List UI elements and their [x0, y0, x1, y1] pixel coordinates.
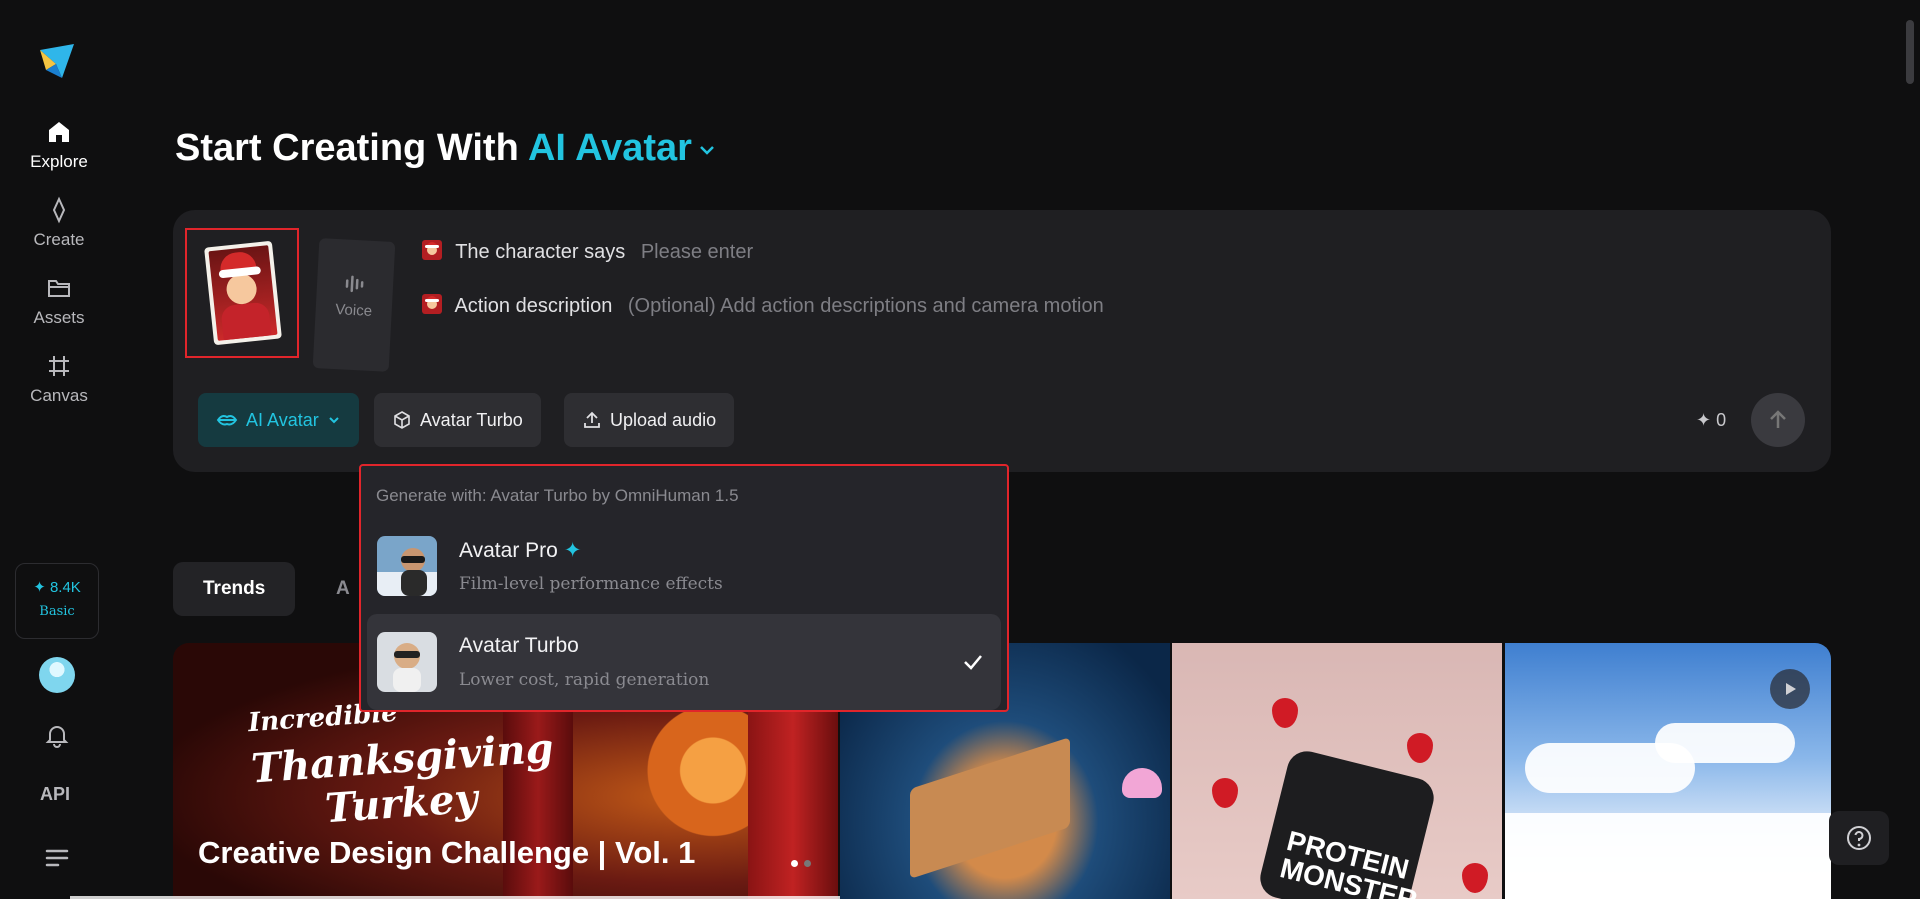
feature-selector-label: AI Avatar — [527, 127, 692, 169]
app-page: Explore Create Assets Canvas ✦ 8.4K Basi… — [0, 0, 1920, 899]
premium-star-icon: ✦ — [563, 539, 582, 562]
sidebar-item-assets[interactable]: Assets — [14, 274, 104, 344]
menu-icon[interactable] — [44, 845, 70, 871]
chevron-down-icon — [329, 417, 339, 424]
model-thumbnail — [377, 536, 437, 596]
tab-trends-label: Trends — [203, 578, 266, 599]
play-button[interactable] — [1770, 669, 1810, 709]
check-icon — [964, 655, 982, 670]
bell-icon[interactable] — [44, 722, 70, 748]
sidebar-item-label: Assets — [33, 308, 85, 327]
canvas-grid-icon — [49, 356, 69, 376]
sidebar-item-label: Canvas — [30, 386, 88, 405]
character-image-picker[interactable] — [185, 228, 299, 358]
play-icon — [1786, 683, 1796, 695]
gallery-card-protein[interactable]: PROTEIN MONSTER — [1172, 643, 1502, 899]
voice-picker[interactable]: Voice — [312, 238, 396, 372]
composer-panel: Voice The character says Please enter Ac… — [173, 210, 1831, 472]
model-dropdown-label: Avatar Turbo — [420, 409, 523, 430]
upload-audio-button[interactable]: Upload audio — [564, 393, 735, 447]
action-description-label: Action description — [454, 295, 613, 317]
folder-icon — [48, 280, 70, 297]
page-title: Start Creating With AI Avatar — [175, 127, 718, 170]
feature-selector[interactable]: AI Avatar — [528, 127, 718, 169]
waveform-icon — [345, 275, 364, 293]
credits-value: ✦ 8.4K — [33, 579, 81, 596]
arrow-up-icon — [1770, 410, 1786, 428]
sidebar-item-create[interactable]: Create — [14, 196, 104, 266]
voice-label: Voice — [334, 301, 373, 320]
character-mini-icon — [422, 294, 442, 314]
title-prefix: Start Creating With — [175, 127, 519, 169]
cube-icon — [394, 411, 410, 429]
upload-audio-label: Upload audio — [610, 409, 717, 430]
model-option-name: Avatar Pro — [459, 539, 558, 562]
page-scrollbar[interactable] — [1902, 0, 1918, 899]
model-option-title: Avatar Turbo — [459, 634, 579, 657]
character-thumbnail — [204, 240, 282, 346]
model-option-subtitle: Film-level performance effects — [459, 574, 723, 594]
help-icon — [1847, 826, 1871, 850]
model-option-avatar-turbo[interactable]: Avatar Turbo Lower cost, rapid generatio… — [367, 614, 1001, 710]
dropdown-header: Generate with: Avatar Turbo by OmniHuman… — [376, 486, 739, 505]
help-button[interactable] — [1829, 811, 1889, 865]
model-dropdown-menu: Generate with: Avatar Turbo by OmniHuman… — [359, 464, 1009, 712]
sidebar-item-label: Create — [33, 230, 85, 249]
jellyfish-illustration — [1122, 768, 1162, 798]
card-title: Creative Design Challenge | Vol. 1 — [198, 835, 696, 870]
home-icon — [49, 122, 69, 142]
tab-trends[interactable]: Trends — [173, 562, 296, 616]
model-option-avatar-pro[interactable]: Avatar Pro ✦ Film-level performance effec… — [367, 518, 1001, 614]
character-mini-icon — [422, 240, 442, 260]
model-option-subtitle: Lower cost, rapid generation — [459, 670, 710, 690]
sidebar-item-canvas[interactable]: Canvas — [14, 352, 104, 422]
tab-second[interactable]: A — [322, 562, 364, 616]
model-option-title: Avatar Pro ✦ — [459, 538, 581, 563]
credits-badge[interactable]: ✦ 8.4K Basic — [15, 563, 99, 639]
user-avatar[interactable] — [39, 657, 75, 693]
character-says-field[interactable]: The character says Please enter — [420, 238, 753, 264]
credit-cost: ✦ 0 — [1696, 410, 1727, 430]
character-says-label: The character says — [455, 241, 626, 263]
sparkle-diamond-icon — [52, 196, 66, 224]
lips-icon — [216, 415, 238, 426]
sidebar-item-explore[interactable]: Explore — [14, 118, 104, 188]
model-dropdown[interactable]: Avatar Turbo — [374, 393, 541, 447]
tab-second-label: A — [336, 578, 350, 599]
model-thumbnail — [377, 632, 437, 692]
promo-text: Turkey — [323, 774, 480, 833]
app-logo-icon[interactable] — [36, 40, 78, 82]
generate-button[interactable] — [1751, 393, 1805, 447]
character-says-placeholder: Please enter — [640, 241, 754, 263]
scrollbar-thumb[interactable] — [1906, 20, 1914, 84]
upload-icon — [584, 411, 600, 428]
action-description-field[interactable]: Action description (Optional) Add action… — [420, 292, 1104, 318]
api-link[interactable]: API — [40, 784, 70, 805]
action-description-placeholder: (Optional) Add action descriptions and c… — [627, 295, 1104, 317]
plan-tier: Basic — [39, 604, 75, 619]
chevron-down-icon — [700, 146, 714, 155]
mode-dropdown[interactable]: AI Avatar — [198, 393, 359, 447]
sidebar: Explore Create Assets Canvas ✦ 8.4K Basi… — [0, 0, 118, 899]
island-illustration — [910, 737, 1070, 879]
mode-dropdown-label: AI Avatar — [246, 409, 319, 430]
sidebar-item-label: Explore — [30, 152, 88, 171]
carousel-dots[interactable] — [791, 860, 811, 867]
